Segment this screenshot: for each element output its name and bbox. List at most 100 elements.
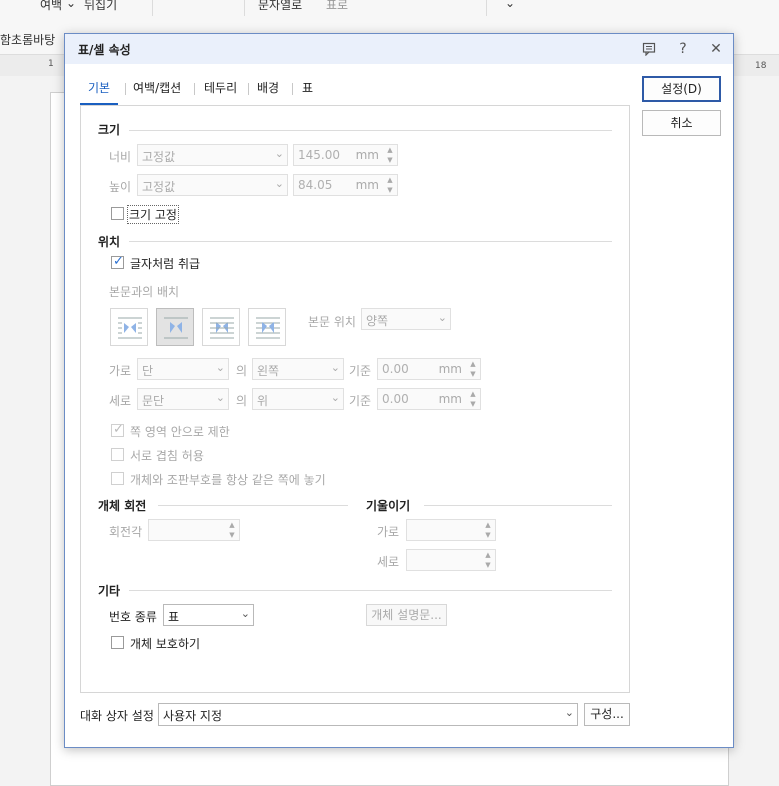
toolbar-separator	[244, 0, 245, 16]
keep-same-page-label[interactable]: 개체와 조판부호를 항상 같은 쪽에 놓기	[130, 471, 326, 488]
vertical-unit: mm	[438, 392, 462, 406]
vertical-align-select[interactable]: 위 ⌄	[252, 388, 344, 410]
width-unit: mm	[355, 148, 379, 162]
comment-icon[interactable]	[639, 39, 659, 59]
object-description-button[interactable]: 개체 설명문...	[366, 604, 447, 626]
number-type-select[interactable]: 표 ⌄	[163, 604, 254, 626]
width-mode-select[interactable]: 고정값 ⌄	[137, 144, 288, 166]
toolbar-separator	[486, 0, 487, 16]
body-position-select[interactable]: 양쪽 ⌄	[361, 308, 451, 330]
protect-object-checkbox[interactable]	[111, 636, 124, 649]
limit-page-label[interactable]: 쪽 영역 안으로 제한	[130, 423, 230, 440]
skew-horizontal-input[interactable]: ▲ ▼	[406, 519, 496, 541]
help-icon[interactable]: ?	[673, 39, 693, 59]
vertical-relative-select[interactable]: 문단 ⌄	[137, 388, 229, 410]
wrap-behind-text-button[interactable]	[202, 308, 240, 346]
tab-separator	[125, 83, 126, 95]
horizontal-align-select[interactable]: 왼쪽 ⌄	[252, 358, 344, 380]
horizontal-label: 가로	[109, 364, 132, 378]
size-fixed-checkbox[interactable]	[111, 207, 124, 220]
chevron-down-icon[interactable]: ⌄	[66, 0, 76, 10]
spin-down-icon[interactable]: ▼	[481, 530, 495, 540]
margin-menu[interactable]: 여백	[40, 0, 62, 13]
spin-up-icon[interactable]: ▲	[481, 520, 495, 530]
tab-margin-caption[interactable]: 여백/캡션	[133, 77, 181, 105]
configure-button[interactable]: 구성...	[584, 703, 630, 726]
protect-object-label[interactable]: 개체 보호하기	[130, 635, 200, 652]
spin-up-icon[interactable]: ▲	[466, 359, 480, 369]
vertical-value-input[interactable]: 0.00 mm ▲ ▼	[377, 388, 481, 410]
horizontal-value-input[interactable]: 0.00 mm ▲ ▼	[377, 358, 481, 380]
table-cell-properties-dialog: 표/셀 속성 ? ✕ 기본 여백/캡션 테두리 배경 표 설정(D) 취소 크기…	[64, 33, 734, 748]
tab-separator	[292, 83, 293, 95]
tab-background[interactable]: 배경	[257, 77, 279, 105]
spin-down-icon[interactable]: ▼	[383, 185, 397, 195]
horizontal-value: 0.00	[382, 362, 409, 376]
tab-border[interactable]: 테두리	[204, 77, 237, 105]
spin-up-icon[interactable]: ▲	[481, 550, 495, 560]
to-text-button[interactable]: 문자열로	[258, 0, 302, 13]
rotation-angle-input[interactable]: ▲ ▼	[148, 519, 240, 541]
treat-as-char-label[interactable]: 글자처럼 취급	[130, 255, 200, 272]
rotation-angle-label: 회전각	[109, 525, 143, 539]
spin-up-icon[interactable]: ▲	[383, 145, 397, 155]
vertical-align-value: 위	[257, 394, 269, 408]
basic-tab-panel: 크기 너비 고정값 ⌄ 145.00 mm ▲ ▼ 높이 고정값 ⌄ 84.05…	[80, 105, 630, 693]
wrap-in-front-icon	[256, 317, 280, 339]
flip-menu[interactable]: 뒤집기	[84, 0, 117, 13]
dialog-setting-label: 대화 상자 설정	[80, 709, 154, 723]
spin-down-icon[interactable]: ▼	[466, 369, 480, 379]
skew-vertical-input[interactable]: ▲ ▼	[406, 549, 496, 571]
wrap-label: 본문과의 배치	[109, 285, 180, 299]
tab-basic[interactable]: 기본	[80, 77, 118, 105]
ok-button[interactable]: 설정(D)	[642, 76, 721, 102]
spin-down-icon[interactable]: ▼	[383, 155, 397, 165]
ruler-number: 1	[48, 59, 54, 69]
width-value-input[interactable]: 145.00 mm ▲ ▼	[293, 144, 398, 166]
horizontal-align-value: 왼쪽	[257, 364, 280, 378]
wrap-in-front-button[interactable]	[248, 308, 286, 346]
tab-separator	[248, 83, 249, 95]
horizontal-relative-select[interactable]: 단 ⌄	[137, 358, 229, 380]
vertical-base-label: 기준	[349, 394, 372, 408]
horizontal-unit: mm	[438, 362, 462, 376]
section-divider	[129, 590, 612, 591]
spin-down-icon[interactable]: ▼	[481, 560, 495, 570]
close-icon[interactable]: ✕	[706, 39, 726, 59]
allow-overlap-label[interactable]: 서로 겹침 허용	[130, 447, 204, 464]
wrap-behind-text-icon	[210, 317, 234, 339]
section-divider	[158, 505, 348, 506]
wrap-top-bottom-button[interactable]	[156, 308, 194, 346]
ruler-number: 18	[755, 61, 767, 71]
spin-up-icon[interactable]: ▲	[225, 520, 239, 530]
allow-overlap-checkbox[interactable]	[111, 448, 124, 461]
wrap-top-bottom-icon	[164, 317, 188, 339]
vertical-relative-value: 문단	[142, 394, 165, 408]
spin-down-icon[interactable]: ▼	[225, 530, 239, 540]
height-mode-select[interactable]: 고정값 ⌄	[137, 174, 288, 196]
spin-down-icon[interactable]: ▼	[466, 399, 480, 409]
cancel-button[interactable]: 취소	[642, 110, 721, 136]
checkmark-icon: ✓	[113, 254, 124, 269]
toolbar-separator	[152, 0, 153, 16]
to-table-button[interactable]: 표로	[326, 0, 348, 13]
size-section-title: 크기	[98, 123, 121, 137]
size-fixed-label[interactable]: 크기 고정	[127, 205, 179, 224]
wrap-square-icon	[118, 317, 142, 339]
chevron-down-icon: ⌄	[274, 177, 284, 190]
tab-separator	[194, 83, 195, 95]
number-type-value: 표	[168, 610, 180, 624]
height-value: 84.05	[298, 178, 333, 192]
keep-same-page-checkbox[interactable]	[111, 472, 124, 485]
height-mode-value: 고정값	[142, 180, 176, 194]
spin-up-icon[interactable]: ▲	[383, 175, 397, 185]
height-value-input[interactable]: 84.05 mm ▲ ▼	[293, 174, 398, 196]
treat-as-char-checkbox[interactable]: ✓	[111, 254, 124, 269]
font-name-box[interactable]: 함초롬바탕	[0, 31, 55, 48]
chevron-down-icon[interactable]: ⌄	[505, 0, 515, 10]
tab-table[interactable]: 표	[302, 77, 313, 105]
wrap-square-button[interactable]	[110, 308, 148, 346]
dialog-setting-select[interactable]: 사용자 지정 ⌄	[158, 703, 578, 726]
spin-up-icon[interactable]: ▲	[466, 389, 480, 399]
limit-page-checkbox[interactable]: ✓	[111, 422, 124, 437]
